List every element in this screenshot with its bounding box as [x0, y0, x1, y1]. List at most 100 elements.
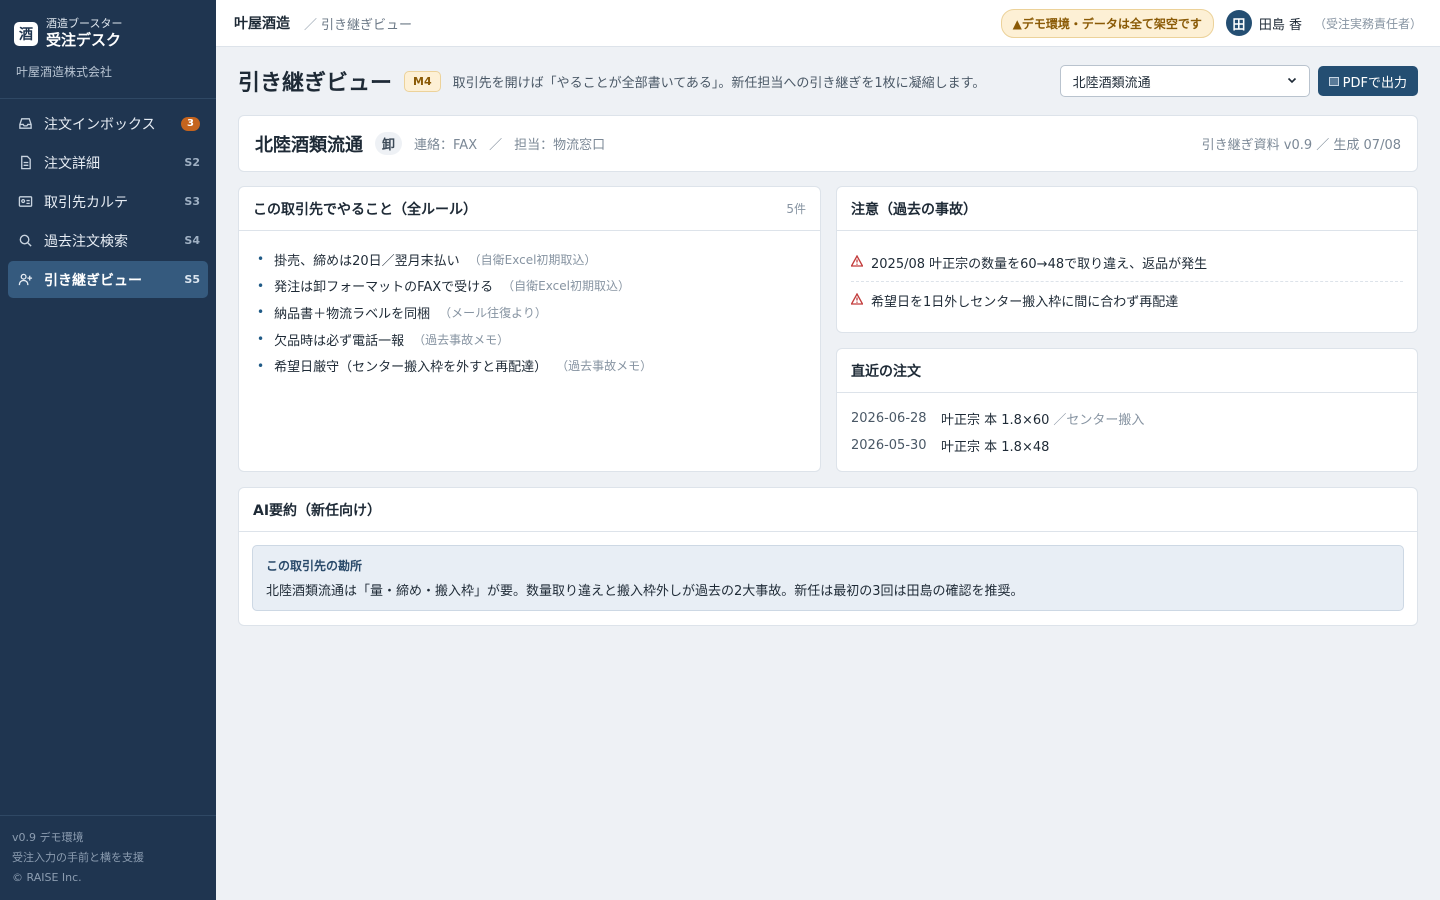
rule-source: （自衛Excel初期取込）: [502, 279, 630, 294]
warnings-card: 注意（過去の事故） 2025/08 叶正宗の数量を60→48で取り違え、返品が発…: [836, 186, 1418, 333]
bullet-icon: •: [257, 305, 265, 320]
handover-doc-info: 引き継ぎ資料 v0.9 ／ 生成 07/08: [1201, 138, 1401, 153]
sidebar-item-inbox[interactable]: 注文インボックス 3: [8, 105, 208, 142]
search-icon: [16, 232, 34, 250]
app-title: 受注デスク: [46, 31, 122, 50]
pdf-export-label: PDFで出力: [1342, 75, 1407, 91]
ai-summary-title: AI要約（新任向け）: [253, 502, 382, 519]
partner-select[interactable]: 北陸酒類流通: [1059, 65, 1310, 97]
sidebar-item-order-detail[interactable]: 注文詳細 S2: [8, 144, 208, 181]
list-item: 希望日を1日外しセンター搬入枠に間に合わず再配達: [850, 281, 1403, 319]
order-date: 2026-05-30: [851, 438, 927, 453]
user-role: （受注実務責任者）: [1313, 16, 1422, 31]
rule-text: 希望日厳守（センター搬入枠を外すと再配達）: [274, 360, 548, 376]
partner-owner: 担当：物流窓口: [514, 138, 606, 153]
sidebar-nav: 注文インボックス 3 注文詳細 S2 取引先カルテ S3 過去注文検索 S4 引…: [0, 99, 216, 306]
document-icon: [16, 154, 34, 172]
partner-select-value: 北陸酒類流通: [1072, 75, 1151, 91]
topbar: 叶屋酒造 ／ 引き継ぎビュー ▲デモ環境・データは全て架空です 田 田島 香 （…: [216, 0, 1440, 47]
rule-text: 掛売、締めは20日／翌月末払い: [274, 253, 460, 269]
sidebar-item-order-search[interactable]: 過去注文検索 S4: [8, 222, 208, 259]
warning-text: 2025/08 叶正宗の数量を60→48で取り違え、返品が発生: [871, 256, 1208, 272]
order-row[interactable]: 2026-06-28 叶正宗 本 1.8×60 ／センター搬入: [851, 405, 1403, 432]
list-item: • 納品書＋物流ラベルを同梱 （メール往復より）: [257, 299, 802, 326]
bullet-icon: •: [257, 358, 265, 373]
order-item: 叶正宗 本 1.8×60: [941, 413, 1050, 428]
warning-icon: [850, 254, 864, 270]
breadcrumb-root[interactable]: 叶屋酒造: [234, 13, 290, 33]
partner-type-tag: 卸: [375, 132, 403, 155]
milestone-badge: M4: [404, 70, 441, 92]
user-handover-icon: [16, 271, 34, 289]
rules-card: この取引先でやること（全ルール） 5件 • 掛売、締めは20日／翌月末払い （自衛E…: [238, 186, 821, 472]
app-subtitle: 酒造ブースター: [46, 17, 123, 31]
bullet-icon: •: [257, 278, 265, 293]
sidebar-item-label: 注文インボックス: [44, 116, 156, 133]
warnings-list: 2025/08 叶正宗の数量を60→48で取り違え、返品が発生 希望日を1日外し…: [837, 231, 1417, 331]
pdf-export-button[interactable]: PDFで出力: [1317, 66, 1418, 96]
breadcrumb-separator: ／: [304, 17, 318, 33]
bullet-icon: •: [257, 332, 265, 347]
sidebar-item-handover[interactable]: 引き継ぎビュー S5: [8, 261, 208, 298]
copyright-text: © RAISE Inc.: [12, 871, 82, 884]
meta-separator: ／: [489, 138, 503, 153]
rule-text: 欠品時は必ず電話一報: [274, 333, 405, 349]
sidebar-item-label: 注文詳細: [44, 155, 100, 172]
shortcut-key: S2: [184, 156, 200, 169]
sidebar-item-label: 取引先カルテ: [44, 194, 128, 211]
ai-summary-box-title: この取引先の勘所: [266, 559, 363, 573]
sidebar-item-label: 過去注文検索: [44, 233, 128, 250]
order-item: 叶正宗 本 1.8×48: [941, 440, 1050, 455]
rules-title: この取引先でやること（全ルール）: [253, 201, 477, 218]
rule-source: （自衛Excel初期取込）: [468, 252, 597, 267]
demo-notice-badge: ▲デモ環境・データは全て架空です: [1000, 8, 1214, 38]
user-name: 田島 香: [1258, 17, 1302, 33]
page-description: 取引先を開けば「やることが全部書いてある」。新任担当への引き継ぎを1枚に凝縮しま…: [452, 75, 986, 91]
rule-text: 納品書＋物流ラベルを同梱: [274, 306, 431, 322]
list-item: • 欠品時は必ず電話一報 （過去事故メモ）: [257, 326, 802, 353]
list-item: • 希望日厳守（センター搬入枠を外すと再配達） （過去事故メモ）: [257, 352, 802, 379]
sidebar-item-partner-chart[interactable]: 取引先カルテ S3: [8, 183, 208, 220]
inbox-count-badge: 3: [181, 116, 200, 131]
ai-summary-box: この取引先の勘所 北陸酒類流通は「量・締め・搬入枠」が要。数量取り違えと搬入枠外…: [252, 545, 1404, 611]
rules-list: • 掛売、締めは20日／翌月末払い （自衛Excel初期取込） • 発注は卸フォーマッ…: [239, 231, 820, 394]
list-item: • 発注は卸フォーマットのFAXで受ける （自衛Excel初期取込）: [257, 273, 802, 300]
order-row[interactable]: 2026-05-30 叶正宗 本 1.8×48: [851, 432, 1403, 459]
partner-name: 北陸酒類流通: [255, 134, 363, 156]
rule-text: 発注は卸フォーマットのFAXで受ける: [274, 280, 494, 296]
rules-count: 5件: [786, 202, 806, 216]
ai-summary-card: AI要約（新任向け） この取引先の勘所 北陸酒類流通は「量・締め・搬入枠」が要。…: [238, 487, 1418, 626]
breadcrumb-current: 引き継ぎビュー: [321, 17, 413, 33]
recent-orders-title: 直近の注文: [851, 363, 921, 380]
warnings-title: 注意（過去の事故）: [851, 201, 977, 218]
ai-summary-text: 北陸酒類流通は「量・締め・搬入枠」が要。数量取り違えと搬入枠外しが過去の2大事故…: [266, 584, 1024, 599]
inbox-icon: [16, 115, 34, 133]
page-title: 引き継ぎビュー: [238, 71, 393, 96]
version-text: v0.9 デモ環境: [12, 831, 84, 844]
shortcut-key: S3: [184, 195, 200, 208]
shortcut-key: S4: [184, 234, 200, 247]
brand[interactable]: 酒 酒造ブースター 受注デスク: [0, 0, 216, 54]
order-date: 2026-06-28: [851, 411, 927, 426]
warning-text: 希望日を1日外しセンター搬入枠に間に合わず再配達: [871, 295, 1179, 310]
sidebar: 酒 酒造ブースター 受注デスク 叶屋酒造株式会社 注文インボックス 3 注文詳細…: [0, 0, 216, 900]
warning-icon: [850, 292, 864, 308]
sidebar-footer: v0.9 デモ環境 受注入力の手前と横を支援 © RAISE Inc.: [0, 815, 216, 900]
recent-orders-list: 2026-06-28 叶正宗 本 1.8×60 ／センター搬入 2026-05-…: [837, 393, 1417, 471]
tagline-text: 受注入力の手前と横を支援: [12, 851, 144, 864]
rule-source: （メール往復より）: [439, 305, 547, 320]
list-item: 2025/08 叶正宗の数量を60→48で取り違え、返品が発生: [850, 243, 1403, 281]
brand-logo: 酒: [14, 22, 38, 46]
recent-orders-card: 直近の注文 2026-06-28 叶正宗 本 1.8×60 ／センター搬入 20…: [836, 348, 1418, 472]
rule-source: （過去事故メモ）: [556, 359, 653, 374]
company-name: 叶屋酒造株式会社: [16, 65, 113, 79]
id-card-icon: [16, 193, 34, 211]
order-note: ／センター搬入: [1053, 413, 1145, 428]
chevron-down-icon: [1287, 74, 1297, 89]
rule-source: （過去事故メモ）: [413, 332, 510, 347]
partner-contact: 連絡：FAX: [414, 138, 478, 153]
bullet-icon: •: [257, 252, 265, 267]
avatar[interactable]: 田: [1225, 10, 1252, 36]
shortcut-key: S5: [184, 273, 200, 286]
partner-header-card: 北陸酒類流通 卸 連絡：FAX ／ 担当：物流窓口 引き継ぎ資料 v0.9 ／ 生成…: [238, 115, 1418, 172]
